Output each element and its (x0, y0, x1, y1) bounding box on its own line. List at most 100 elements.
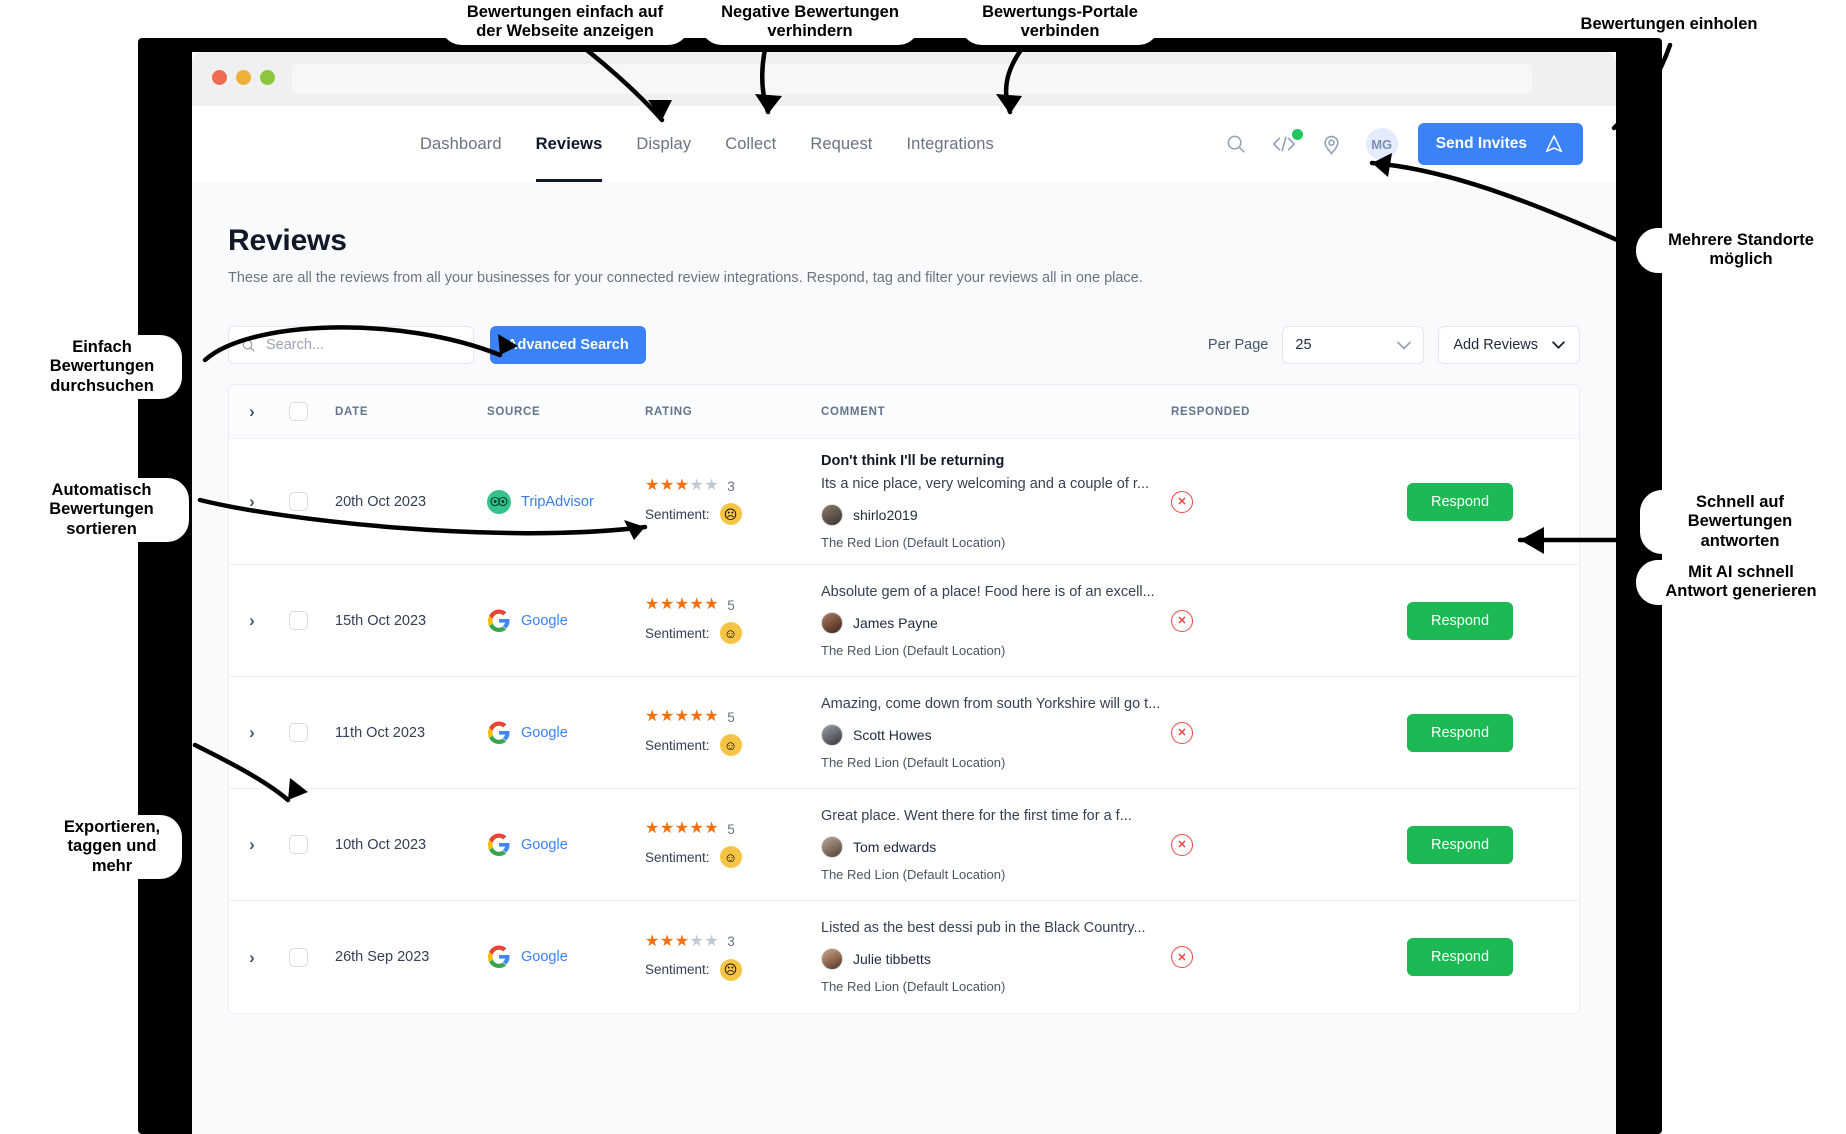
avatar (821, 835, 843, 858)
row-source-cell: Google (487, 833, 645, 857)
not-responded-icon[interactable]: ✕ (1171, 609, 1193, 632)
search-icon[interactable] (1222, 130, 1250, 158)
select-all-cell[interactable] (275, 402, 321, 421)
stars-icon: ★★★★★ (645, 932, 720, 950)
row-checkbox[interactable] (288, 835, 308, 854)
sentiment-label: Sentiment: (645, 737, 710, 753)
nav-item-label: Display (636, 134, 692, 153)
select-all-checkbox[interactable] (288, 402, 308, 421)
avatar[interactable]: MG (1365, 128, 1398, 160)
reviews-table: › DATE SOURCE RATING COMMENT RESPONDED ›… (228, 384, 1580, 1014)
add-reviews-dropdown[interactable]: Add Reviews (1438, 326, 1580, 364)
row-rating-value: 5 (727, 597, 735, 613)
table-row[interactable]: › 20th Oct 2023 TripAdvisor ★★★★★ 3 Sentiment… (229, 439, 1579, 565)
close-window-icon[interactable] (212, 70, 227, 85)
send-invites-label: Send Invites (1435, 135, 1527, 152)
column-header-source[interactable]: SOURCE (487, 406, 645, 418)
sentiment-negative-icon: ☹ (719, 503, 742, 525)
maximize-window-icon[interactable] (260, 70, 275, 85)
column-header-responded[interactable]: RESPONDED (1171, 406, 1407, 418)
nav-item-collect[interactable]: Collect (725, 106, 776, 182)
table-row[interactable]: › 15th Oct 2023 Google ★★★★★ 5 Sentiment: ☺ Abs… (229, 565, 1579, 677)
minimize-window-icon[interactable] (236, 70, 251, 85)
row-responded-cell: ✕ (1171, 490, 1407, 513)
row-comment-cell[interactable]: Amazing, come down from south Yorkshire … (807, 682, 1171, 784)
column-header-rating[interactable]: RATING (645, 406, 807, 418)
row-source[interactable]: Google (487, 721, 645, 745)
expand-all-toggle[interactable]: › (229, 403, 275, 420)
row-star-rating: ★★★★★ 5 (645, 597, 807, 613)
not-responded-icon[interactable]: ✕ (1171, 833, 1193, 856)
send-invites-button[interactable]: Send Invites (1417, 123, 1583, 165)
row-checkbox[interactable] (288, 492, 308, 511)
row-expand-toggle[interactable]: › (229, 612, 275, 629)
pagination-controls: Per Page 25 Add Reviews (1208, 326, 1580, 364)
sentiment-label: Sentiment: (645, 849, 710, 865)
table-row[interactable]: › 11th Oct 2023 Google ★★★★★ 5 Sentiment: ☺ Ama… (229, 677, 1579, 789)
respond-button[interactable]: Respond (1407, 482, 1514, 521)
table-row[interactable]: › 10th Oct 2023 Google ★★★★★ 5 Sentiment: ☺ Gre… (229, 789, 1579, 901)
row-select-cell[interactable] (275, 835, 321, 854)
row-expand-toggle[interactable]: › (229, 836, 275, 853)
respond-button[interactable]: Respond (1407, 825, 1514, 864)
nav-item-dashboard[interactable]: Dashboard (420, 106, 502, 182)
row-expand-toggle[interactable]: › (229, 949, 275, 966)
nav-item-label: Request (810, 134, 873, 153)
row-select-cell[interactable] (275, 492, 321, 511)
row-select-cell[interactable] (275, 947, 321, 967)
nav-right-cluster: MG Send Invites (1222, 123, 1583, 165)
row-comment-cell[interactable]: Great place. Went there for the first ti… (807, 794, 1171, 896)
row-select-cell[interactable] (275, 611, 321, 630)
table-row[interactable]: › 26th Sep 2023 Google ★★★★★ 3 Sentiment: ☹ Lis… (229, 901, 1579, 1013)
respond-button[interactable]: Respond (1407, 713, 1514, 752)
row-sentiment: Sentiment: ☹ (645, 503, 807, 525)
search-icon (242, 339, 255, 352)
chevron-right-icon: › (249, 402, 255, 421)
nav-item-integrations[interactable]: Integrations (906, 106, 993, 182)
not-responded-icon[interactable]: ✕ (1171, 721, 1193, 744)
row-comment-cell[interactable]: Absolute gem of a place! Food here is of… (807, 570, 1171, 672)
row-checkbox[interactable] (288, 611, 308, 630)
row-author-name: shirlo2019 (853, 507, 918, 523)
code-embed-icon[interactable] (1270, 129, 1303, 158)
row-expand-toggle[interactable]: › (229, 493, 275, 510)
nav-item-display[interactable]: Display (636, 106, 691, 182)
row-comment-text: Absolute gem of a place! Food here is of… (821, 583, 1155, 600)
search-input[interactable] (266, 337, 446, 353)
row-expand-toggle[interactable]: › (229, 724, 275, 741)
nav-item-reviews[interactable]: Reviews (535, 106, 603, 182)
respond-button[interactable]: Respond (1407, 601, 1514, 640)
stars-icon: ★★★★★ (645, 820, 720, 837)
row-responded-cell: ✕ (1171, 946, 1407, 968)
not-responded-icon[interactable]: ✕ (1171, 490, 1193, 513)
nav-item-request[interactable]: Request (810, 106, 872, 182)
row-comment-cell[interactable]: Don't think I'll be returning Its a nice … (807, 439, 1171, 564)
row-date: 15th Oct 2023 (335, 612, 427, 629)
url-bar[interactable] (292, 64, 1532, 94)
not-responded-icon[interactable]: ✕ (1171, 946, 1193, 968)
sentiment-label: Sentiment: (645, 506, 710, 522)
location-pin-icon[interactable] (1318, 130, 1346, 158)
row-checkbox[interactable] (288, 723, 308, 742)
row-checkbox[interactable] (288, 947, 308, 967)
row-source-cell: Google (487, 721, 645, 745)
row-select-cell[interactable] (275, 723, 321, 742)
row-date-cell: 15th Oct 2023 (321, 612, 487, 630)
chevron-down-icon (1397, 341, 1412, 350)
row-action-cell: Respond (1407, 825, 1579, 864)
sentiment-positive-icon: ☺ (719, 734, 742, 756)
search-field[interactable] (228, 326, 474, 364)
column-header-comment[interactable]: COMMENT (807, 406, 1171, 418)
row-source[interactable]: Google (487, 945, 645, 969)
row-source[interactable]: Google (487, 833, 645, 857)
respond-button[interactable]: Respond (1407, 938, 1514, 976)
row-comment-cell[interactable]: Listed as the best dessi pub in the Blac… (807, 906, 1171, 1008)
avatar (821, 948, 843, 970)
column-header-date[interactable]: DATE (321, 406, 487, 418)
per-page-select[interactable]: 25 (1282, 326, 1425, 364)
row-source[interactable]: Google (487, 609, 645, 633)
row-date-cell: 10th Oct 2023 (321, 836, 487, 854)
row-source[interactable]: TripAdvisor (487, 489, 645, 514)
browser-chrome (192, 52, 1616, 106)
advanced-search-button[interactable]: Advanced Search (490, 326, 646, 364)
